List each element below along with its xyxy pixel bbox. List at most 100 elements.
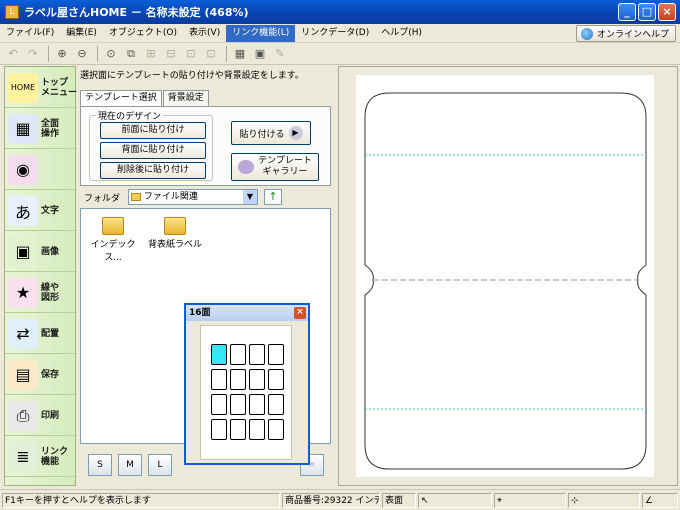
tab-background[interactable]: 背景設定: [162, 90, 209, 106]
sidebar-item[interactable]: ⎙ 印刷: [5, 396, 77, 436]
paste-after-delete-button[interactable]: 削除後に貼り付け: [100, 162, 206, 179]
status-object-pos: ⌖: [494, 493, 566, 508]
minimize-button[interactable]: _: [618, 3, 636, 21]
menu-item[interactable]: 編集(E): [60, 25, 103, 42]
frame-icon: ⌖: [497, 496, 503, 506]
maximize-button[interactable]: □: [638, 3, 656, 21]
gallery-label-line1: テンプレート: [258, 156, 312, 166]
view-small-button[interactable]: S: [88, 454, 112, 476]
sidebar-item[interactable]: ⇄ 配置: [5, 314, 77, 354]
template-gallery-button[interactable]: テンプレート ギャラリー: [231, 153, 319, 181]
face-cell[interactable]: [230, 419, 246, 440]
brush-icon[interactable]: ✎: [271, 45, 289, 63]
home-icon: HOME: [8, 72, 38, 103]
face-cell[interactable]: [230, 394, 246, 415]
sidebar: HOME トップ メニュー ▦ 全面 操作 ◉ あ文字 ▣ 画像 ★ 線や 図形 ⇄ 配置 ▤ 保存 ⎙ 印刷…: [4, 66, 77, 486]
grid-icon[interactable]: ▦: [231, 45, 249, 63]
cd-print-icon: ◉: [8, 154, 38, 185]
zoom-in-icon[interactable]: ⊕: [53, 45, 71, 63]
face-cell[interactable]: [211, 394, 227, 415]
sidebar-item[interactable]: HOME トップ メニュー: [5, 68, 77, 108]
face-cell[interactable]: [249, 394, 265, 415]
status-cursor-pos: ↖: [418, 493, 492, 508]
popup-title-bar[interactable]: 16面 ×: [186, 305, 308, 321]
gallery-icon: [238, 160, 255, 174]
paste-button[interactable]: 貼り付ける ▶: [231, 121, 311, 145]
save-icon: ▤: [8, 359, 38, 390]
lock-icon[interactable]: ⊡: [182, 45, 200, 63]
folder-icon: [164, 217, 186, 235]
sidebar-item[interactable]: ▤ 保存: [5, 355, 77, 395]
full-surface-icon: ▦: [8, 113, 38, 144]
face-cell[interactable]: [249, 344, 265, 365]
face-selector-popup[interactable]: 16面 ×: [184, 303, 310, 465]
redo-icon[interactable]: ↷: [24, 45, 42, 63]
sidebar-item-label: リンク 機能: [41, 446, 69, 467]
menu-item[interactable]: 表示(V): [183, 25, 226, 42]
face-cell[interactable]: [268, 419, 284, 440]
sidebar-item[interactable]: ▦ 全面 操作: [5, 109, 77, 149]
face-cell[interactable]: [211, 419, 227, 440]
folder-up-button[interactable]: ↑: [264, 189, 282, 205]
sidebar-item[interactable]: ≣ リンク 機能: [5, 437, 77, 477]
select-frame-icon[interactable]: ⧉: [122, 45, 140, 63]
menu-item[interactable]: リンクデータ(D): [295, 25, 375, 42]
zoom-out-icon[interactable]: ⊖: [73, 45, 91, 63]
group-icon[interactable]: ⊞: [142, 45, 160, 63]
menu-item[interactable]: ファイル(F): [0, 25, 60, 42]
face-cell[interactable]: [230, 344, 246, 365]
face-cell[interactable]: [211, 369, 227, 390]
sidebar-item[interactable]: ▣ 画像: [5, 232, 77, 272]
sidebar-item-label: 全面 操作: [41, 118, 60, 139]
face-cell[interactable]: [249, 369, 265, 390]
panel-tabs: テンプレート選択 背景設定: [80, 90, 210, 107]
sidebar-item-label: トップ メニュー: [40, 77, 77, 98]
file-item[interactable]: 背表紙ラベル: [145, 217, 205, 250]
arrow-right-icon: ▶: [288, 126, 303, 140]
sidebar-item[interactable]: ★ 線や 図形: [5, 273, 77, 313]
folder-select[interactable]: ファイル関連 ▼: [128, 189, 258, 205]
face-cell[interactable]: [230, 369, 246, 390]
menu-item[interactable]: オブジェクト(O): [103, 25, 183, 42]
view-medium-button[interactable]: M: [118, 454, 142, 476]
face-cell[interactable]: [211, 344, 227, 365]
gallery-label: テンプレート ギャラリー: [258, 156, 312, 178]
layout-view-icon[interactable]: ▣: [251, 45, 269, 63]
undo-icon[interactable]: ↶: [4, 45, 22, 63]
sidebar-item[interactable]: ◉: [5, 150, 77, 190]
face-cell[interactable]: [268, 344, 284, 365]
face-cell[interactable]: [268, 369, 284, 390]
folder-label: フォルダ: [84, 193, 121, 204]
face-grid: [200, 325, 292, 460]
chevron-down-icon[interactable]: ▼: [243, 190, 257, 204]
menu-item[interactable]: ヘルプ(H): [375, 25, 428, 42]
close-button[interactable]: ×: [658, 3, 676, 21]
globe-icon: [580, 27, 593, 40]
preview-area[interactable]: [338, 66, 678, 486]
cursor-icon: ↖: [421, 496, 429, 506]
folder-row: フォルダ ファイル関連 ▼ ↑: [80, 188, 331, 206]
status-side: 表面: [382, 493, 416, 508]
tab-template-select[interactable]: テンプレート選択: [80, 90, 162, 107]
paste-back-button[interactable]: 背面に貼り付け: [100, 142, 206, 159]
file-item[interactable]: インデックス...: [83, 217, 143, 263]
view-large-button[interactable]: L: [148, 454, 172, 476]
title-bar[interactable]: L ラベル屋さんHOME － 名称未設定 (468%) _ □ ×: [0, 0, 680, 24]
group-title: 現在のデザイン: [96, 109, 164, 122]
sidebar-item[interactable]: あ文字: [5, 191, 77, 231]
menu-item[interactable]: リンク機能(L): [226, 24, 296, 42]
online-help-button[interactable]: オンラインヘルプ: [575, 25, 676, 42]
tab-content: 現在のデザイン 前面に貼り付け 背面に貼り付け 削除後に貼り付け 貼り付ける ▶…: [80, 106, 331, 186]
zoom-fit-icon[interactable]: ⊙: [102, 45, 120, 63]
panel-hint: 選択面にテンプレートの貼り付けや背景設定をします。: [80, 71, 304, 81]
label-sheet[interactable]: [356, 75, 654, 477]
unlock-icon[interactable]: ⊡: [202, 45, 220, 63]
paste-front-button[interactable]: 前面に貼り付け: [100, 122, 206, 139]
face-cell[interactable]: [249, 419, 265, 440]
ungroup-icon[interactable]: ⊟: [162, 45, 180, 63]
popup-title: 16面: [189, 308, 211, 318]
layout-icon: ⇄: [8, 318, 38, 349]
close-icon[interactable]: ×: [294, 307, 306, 319]
online-help-label: オンラインヘルプ: [596, 30, 669, 40]
face-cell[interactable]: [268, 394, 284, 415]
